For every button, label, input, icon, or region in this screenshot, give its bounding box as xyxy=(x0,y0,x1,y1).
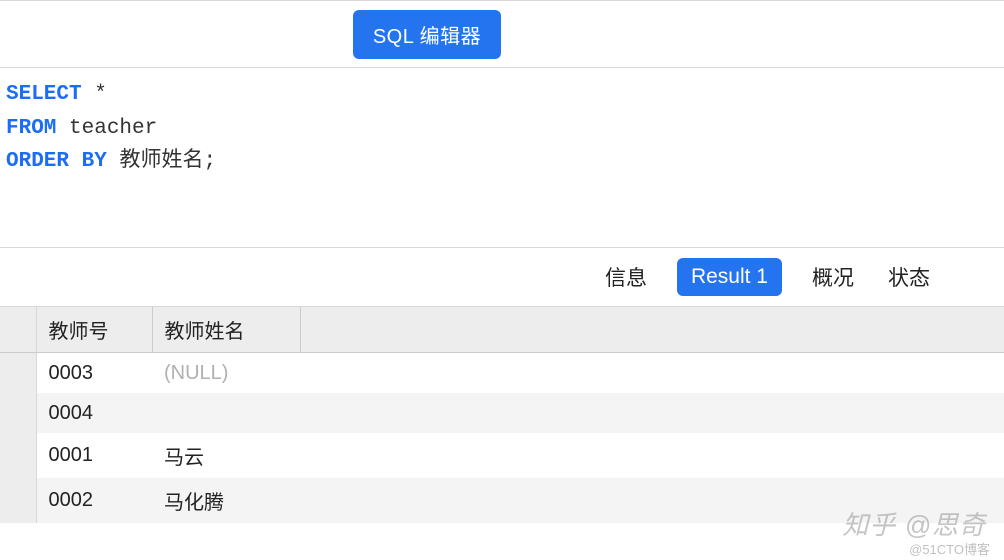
table-row[interactable]: 0002马化腾 xyxy=(0,478,1004,523)
cell-teacher-id[interactable]: 0003 xyxy=(36,353,152,393)
cell-teacher-id[interactable]: 0004 xyxy=(36,393,152,433)
sql-text xyxy=(69,150,82,173)
cell-teacher-name[interactable]: 马云 xyxy=(152,433,300,478)
sql-editor-button[interactable]: SQL 编辑器 xyxy=(353,10,501,59)
sql-keyword: BY xyxy=(82,150,107,173)
tab-profile[interactable]: 概况 xyxy=(808,256,858,298)
sql-text: 教师姓名; xyxy=(107,150,216,173)
column-header-empty xyxy=(300,307,1004,353)
cell-empty xyxy=(300,353,1004,393)
cell-teacher-name[interactable] xyxy=(152,393,300,433)
result-tabs: 信息 Result 1 概况 状态 xyxy=(0,248,1004,306)
sql-text: teacher xyxy=(56,117,157,140)
row-gutter-header xyxy=(0,307,36,353)
sql-text: * xyxy=(82,83,107,106)
table-header-row: 教师号 教师姓名 xyxy=(0,307,1004,353)
cell-teacher-name[interactable]: 马化腾 xyxy=(152,478,300,523)
table-row[interactable]: 0003(NULL) xyxy=(0,353,1004,393)
watermark-cto: @51CTO博客 xyxy=(909,539,990,558)
toolbar: SQL 编辑器 xyxy=(0,0,1004,68)
cell-teacher-name[interactable]: (NULL) xyxy=(152,353,300,393)
row-gutter xyxy=(0,433,36,478)
column-header-name[interactable]: 教师姓名 xyxy=(152,307,300,353)
sql-keyword: SELECT xyxy=(6,83,82,106)
row-gutter xyxy=(0,353,36,393)
column-header-id[interactable]: 教师号 xyxy=(36,307,152,353)
tab-result[interactable]: Result 1 xyxy=(677,258,782,296)
table-row[interactable]: 0001马云 xyxy=(0,433,1004,478)
tab-status[interactable]: 状态 xyxy=(884,256,934,298)
cell-teacher-id[interactable]: 0002 xyxy=(36,478,152,523)
tab-info[interactable]: 信息 xyxy=(601,256,651,298)
table-row[interactable]: 0004 xyxy=(0,393,1004,433)
result-table: 教师号 教师姓名 0003(NULL)00040001马云0002马化腾 xyxy=(0,306,1004,523)
cell-teacher-id[interactable]: 0001 xyxy=(36,433,152,478)
sql-keyword: ORDER xyxy=(6,150,69,173)
row-gutter xyxy=(0,393,36,433)
sql-keyword: FROM xyxy=(6,117,56,140)
cell-empty xyxy=(300,478,1004,523)
row-gutter xyxy=(0,478,36,523)
cell-empty xyxy=(300,433,1004,478)
cell-empty xyxy=(300,393,1004,433)
sql-editor-area[interactable]: SELECT * FROM teacher ORDER BY 教师姓名; xyxy=(0,68,1004,248)
